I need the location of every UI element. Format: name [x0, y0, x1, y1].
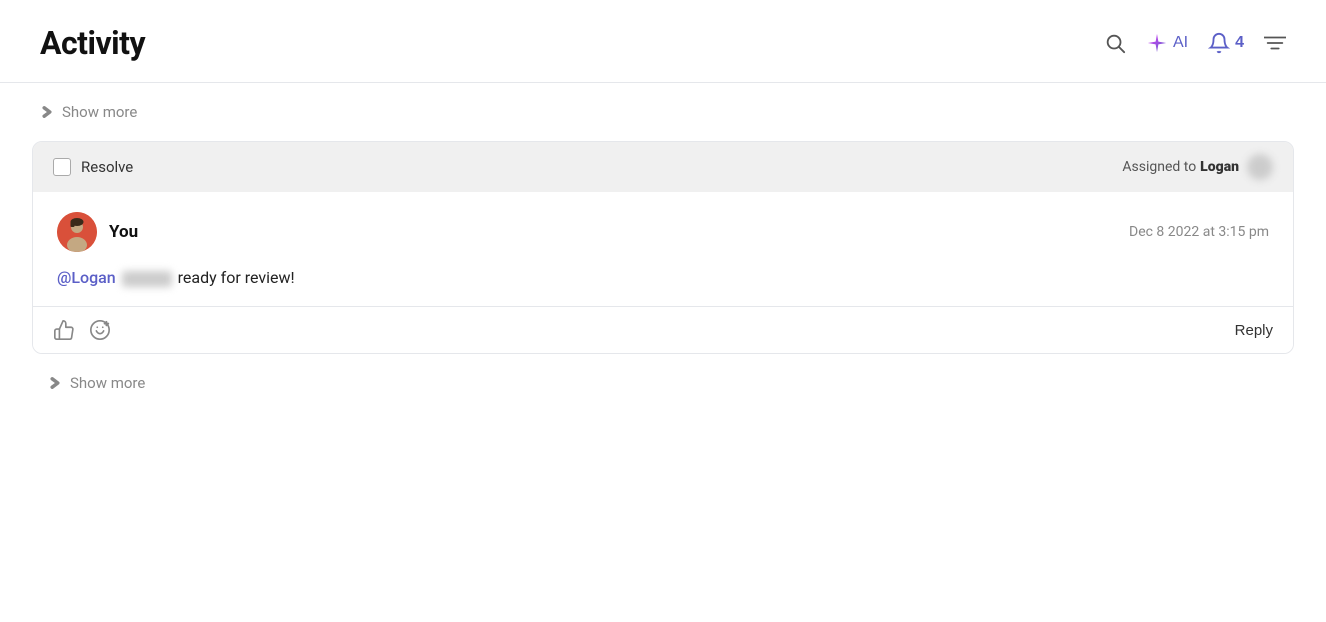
sparkle-icon: [1146, 32, 1168, 54]
search-button[interactable]: [1104, 32, 1126, 54]
comment-suffix: ready for review!: [178, 268, 295, 287]
add-reaction-button[interactable]: [89, 319, 111, 341]
ai-label: AI: [1173, 34, 1188, 52]
comment-card: Resolve Assigned to Logan: [32, 141, 1294, 354]
show-more-bottom-label: Show more: [70, 374, 145, 392]
comment-header: You Dec 8 2022 at 3:15 pm: [57, 212, 1269, 252]
notification-button[interactable]: 4: [1208, 32, 1244, 54]
reply-button[interactable]: Reply: [1235, 322, 1273, 339]
assigned-avatar: [1247, 154, 1273, 180]
resolve-bar: Resolve Assigned to Logan: [33, 142, 1293, 192]
assigned-prefix: Assigned to: [1122, 159, 1196, 175]
blurred-word: [122, 271, 172, 287]
thumbs-up-button[interactable]: [53, 319, 75, 341]
show-more-top[interactable]: Show more: [24, 83, 1302, 141]
page-header: Activity AI: [0, 0, 1326, 83]
resolve-label: Resolve: [81, 158, 133, 176]
main-content: Show more Resolve Assigned to Logan: [0, 83, 1326, 412]
chevron-right-icon-bottom: [48, 376, 62, 390]
filter-icon: [1264, 33, 1286, 53]
chevron-right-icon: [40, 105, 54, 119]
comment-author: You: [57, 212, 138, 252]
filter-button[interactable]: [1264, 33, 1286, 53]
resolve-left: Resolve: [53, 158, 133, 176]
show-more-top-label: Show more: [62, 103, 137, 121]
comment-actions: Reply: [33, 307, 1293, 353]
action-icons: [53, 319, 111, 341]
thumbs-up-icon: [53, 319, 75, 341]
assigned-name: Logan: [1200, 159, 1239, 175]
bell-icon: [1208, 32, 1230, 54]
page-title: Activity: [40, 24, 145, 62]
resolve-checkbox[interactable]: [53, 158, 71, 176]
ai-button[interactable]: AI: [1146, 32, 1188, 54]
avatar-image: [57, 212, 97, 252]
search-icon: [1104, 32, 1126, 54]
author-name: You: [109, 222, 138, 242]
add-emoji-icon: [89, 319, 111, 341]
comment-timestamp: Dec 8 2022 at 3:15 pm: [1129, 224, 1269, 240]
assigned-info: Assigned to Logan: [1122, 154, 1273, 180]
mention-text: @Logan: [57, 268, 116, 287]
show-more-bottom[interactable]: Show more: [24, 354, 1302, 412]
avatar: [57, 212, 97, 252]
notification-count: 4: [1235, 34, 1244, 52]
comment-text: @Logan ready for review!: [57, 266, 1269, 290]
header-actions: AI 4: [1104, 32, 1286, 54]
comment-body: You Dec 8 2022 at 3:15 pm @Logan ready f…: [33, 192, 1293, 307]
